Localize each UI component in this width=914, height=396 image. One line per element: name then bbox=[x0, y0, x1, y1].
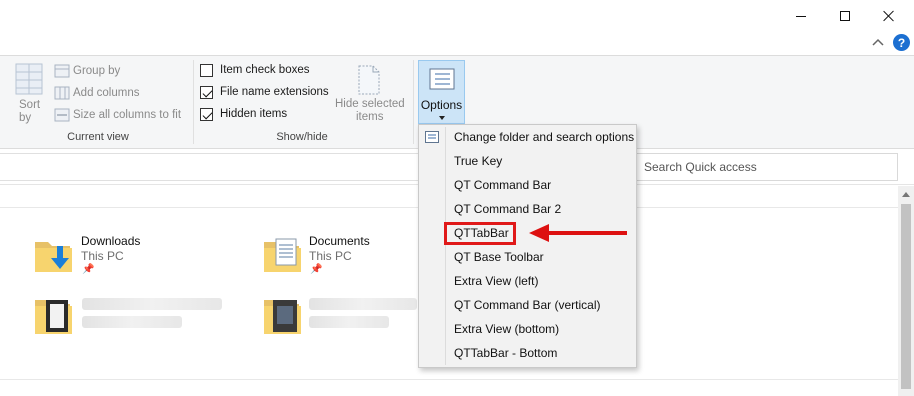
folder-icon bbox=[35, 300, 72, 334]
address-bar[interactable] bbox=[0, 153, 420, 181]
size-columns-button[interactable]: Size all columns to fit bbox=[73, 109, 181, 121]
menu-item-qttabbar-bottom[interactable]: QTTabBar - Bottom bbox=[454, 341, 557, 365]
folder-options-icon bbox=[425, 131, 439, 143]
help-icon[interactable]: ? bbox=[893, 34, 910, 51]
pin-icon: 📌 bbox=[82, 264, 95, 275]
file-name-extensions-checkbox[interactable] bbox=[200, 86, 213, 99]
options-dropdown-menu: Change folder and search options True Ke… bbox=[418, 124, 637, 368]
annotation-highlight-box bbox=[444, 222, 516, 245]
menu-item-extra-view-bottom[interactable]: Extra View (bottom) bbox=[454, 317, 559, 341]
menu-item-change-folder-options[interactable]: Change folder and search options bbox=[454, 125, 634, 149]
menu-gutter bbox=[445, 127, 446, 365]
minimize-button[interactable] bbox=[778, 0, 824, 32]
menu-item-qt-command-bar-2[interactable]: QT Command Bar 2 bbox=[454, 197, 561, 221]
folder-name: Downloads bbox=[81, 234, 141, 248]
vertical-scrollbar[interactable] bbox=[898, 186, 914, 396]
current-view-label: Current view bbox=[67, 131, 129, 143]
options-icon bbox=[429, 68, 455, 90]
blurred-name bbox=[309, 298, 417, 310]
item-check-boxes-checkbox[interactable] bbox=[200, 64, 213, 77]
hide-selected-label-2[interactable]: items bbox=[356, 111, 383, 123]
sort-icon[interactable] bbox=[14, 62, 44, 98]
sort-by-label[interactable]: Sort bbox=[19, 99, 40, 111]
collapse-ribbon-icon[interactable] bbox=[872, 37, 884, 47]
maximize-icon bbox=[840, 11, 850, 21]
minimize-icon bbox=[796, 15, 806, 17]
options-button[interactable]: Options bbox=[418, 60, 465, 124]
group-by-icon bbox=[54, 64, 70, 78]
item-check-boxes-label[interactable]: Item check boxes bbox=[220, 64, 309, 76]
file-name-extensions-label[interactable]: File name extensions bbox=[220, 86, 329, 98]
blurred-location bbox=[309, 316, 389, 328]
close-button[interactable] bbox=[866, 0, 912, 32]
menu-item-qt-command-bar-vertical[interactable]: QT Command Bar (vertical) bbox=[454, 293, 600, 317]
section-divider bbox=[0, 379, 898, 380]
group-by-button[interactable]: Group by bbox=[73, 65, 120, 77]
title-bar bbox=[0, 0, 914, 32]
hidden-items-label[interactable]: Hidden items bbox=[220, 108, 287, 120]
hide-selected-label[interactable]: Hide selected bbox=[335, 98, 405, 110]
ribbon-divider bbox=[193, 60, 194, 144]
folder-icon bbox=[264, 300, 301, 334]
annotation-arrow-head bbox=[529, 224, 549, 242]
folder-download-icon bbox=[35, 242, 72, 272]
blurred-name bbox=[82, 298, 222, 310]
scroll-up-icon[interactable] bbox=[902, 192, 910, 197]
menu-item-true-key[interactable]: True Key bbox=[454, 149, 502, 173]
options-label: Options bbox=[420, 98, 463, 112]
menu-item-qt-command-bar[interactable]: QT Command Bar bbox=[454, 173, 551, 197]
hidden-items-checkbox[interactable] bbox=[200, 108, 213, 121]
show-hide-label: Show/hide bbox=[276, 131, 328, 143]
chevron-down-icon bbox=[439, 116, 445, 120]
ribbon-divider bbox=[413, 60, 414, 144]
folder-location: This PC bbox=[309, 249, 352, 263]
folder-name: Documents bbox=[309, 234, 370, 248]
folder-documents-icon bbox=[264, 238, 301, 272]
search-input[interactable]: Search Quick access bbox=[636, 153, 898, 181]
menu-item-extra-view-left[interactable]: Extra View (left) bbox=[454, 269, 538, 293]
hide-selected-icon[interactable] bbox=[357, 64, 381, 96]
scroll-thumb[interactable] bbox=[901, 204, 911, 389]
menu-item-qt-base-toolbar[interactable]: QT Base Toolbar bbox=[454, 245, 544, 269]
blurred-location bbox=[82, 316, 182, 328]
maximize-button[interactable] bbox=[822, 0, 868, 32]
close-icon bbox=[883, 10, 895, 22]
sort-by-label-2[interactable]: by bbox=[19, 112, 31, 124]
add-columns-icon bbox=[54, 86, 70, 100]
pin-icon: 📌 bbox=[310, 264, 323, 275]
folder-location: This PC bbox=[81, 249, 124, 263]
size-columns-icon bbox=[54, 108, 70, 122]
add-columns-button[interactable]: Add columns bbox=[73, 87, 139, 99]
annotation-arrow-line bbox=[547, 231, 627, 235]
